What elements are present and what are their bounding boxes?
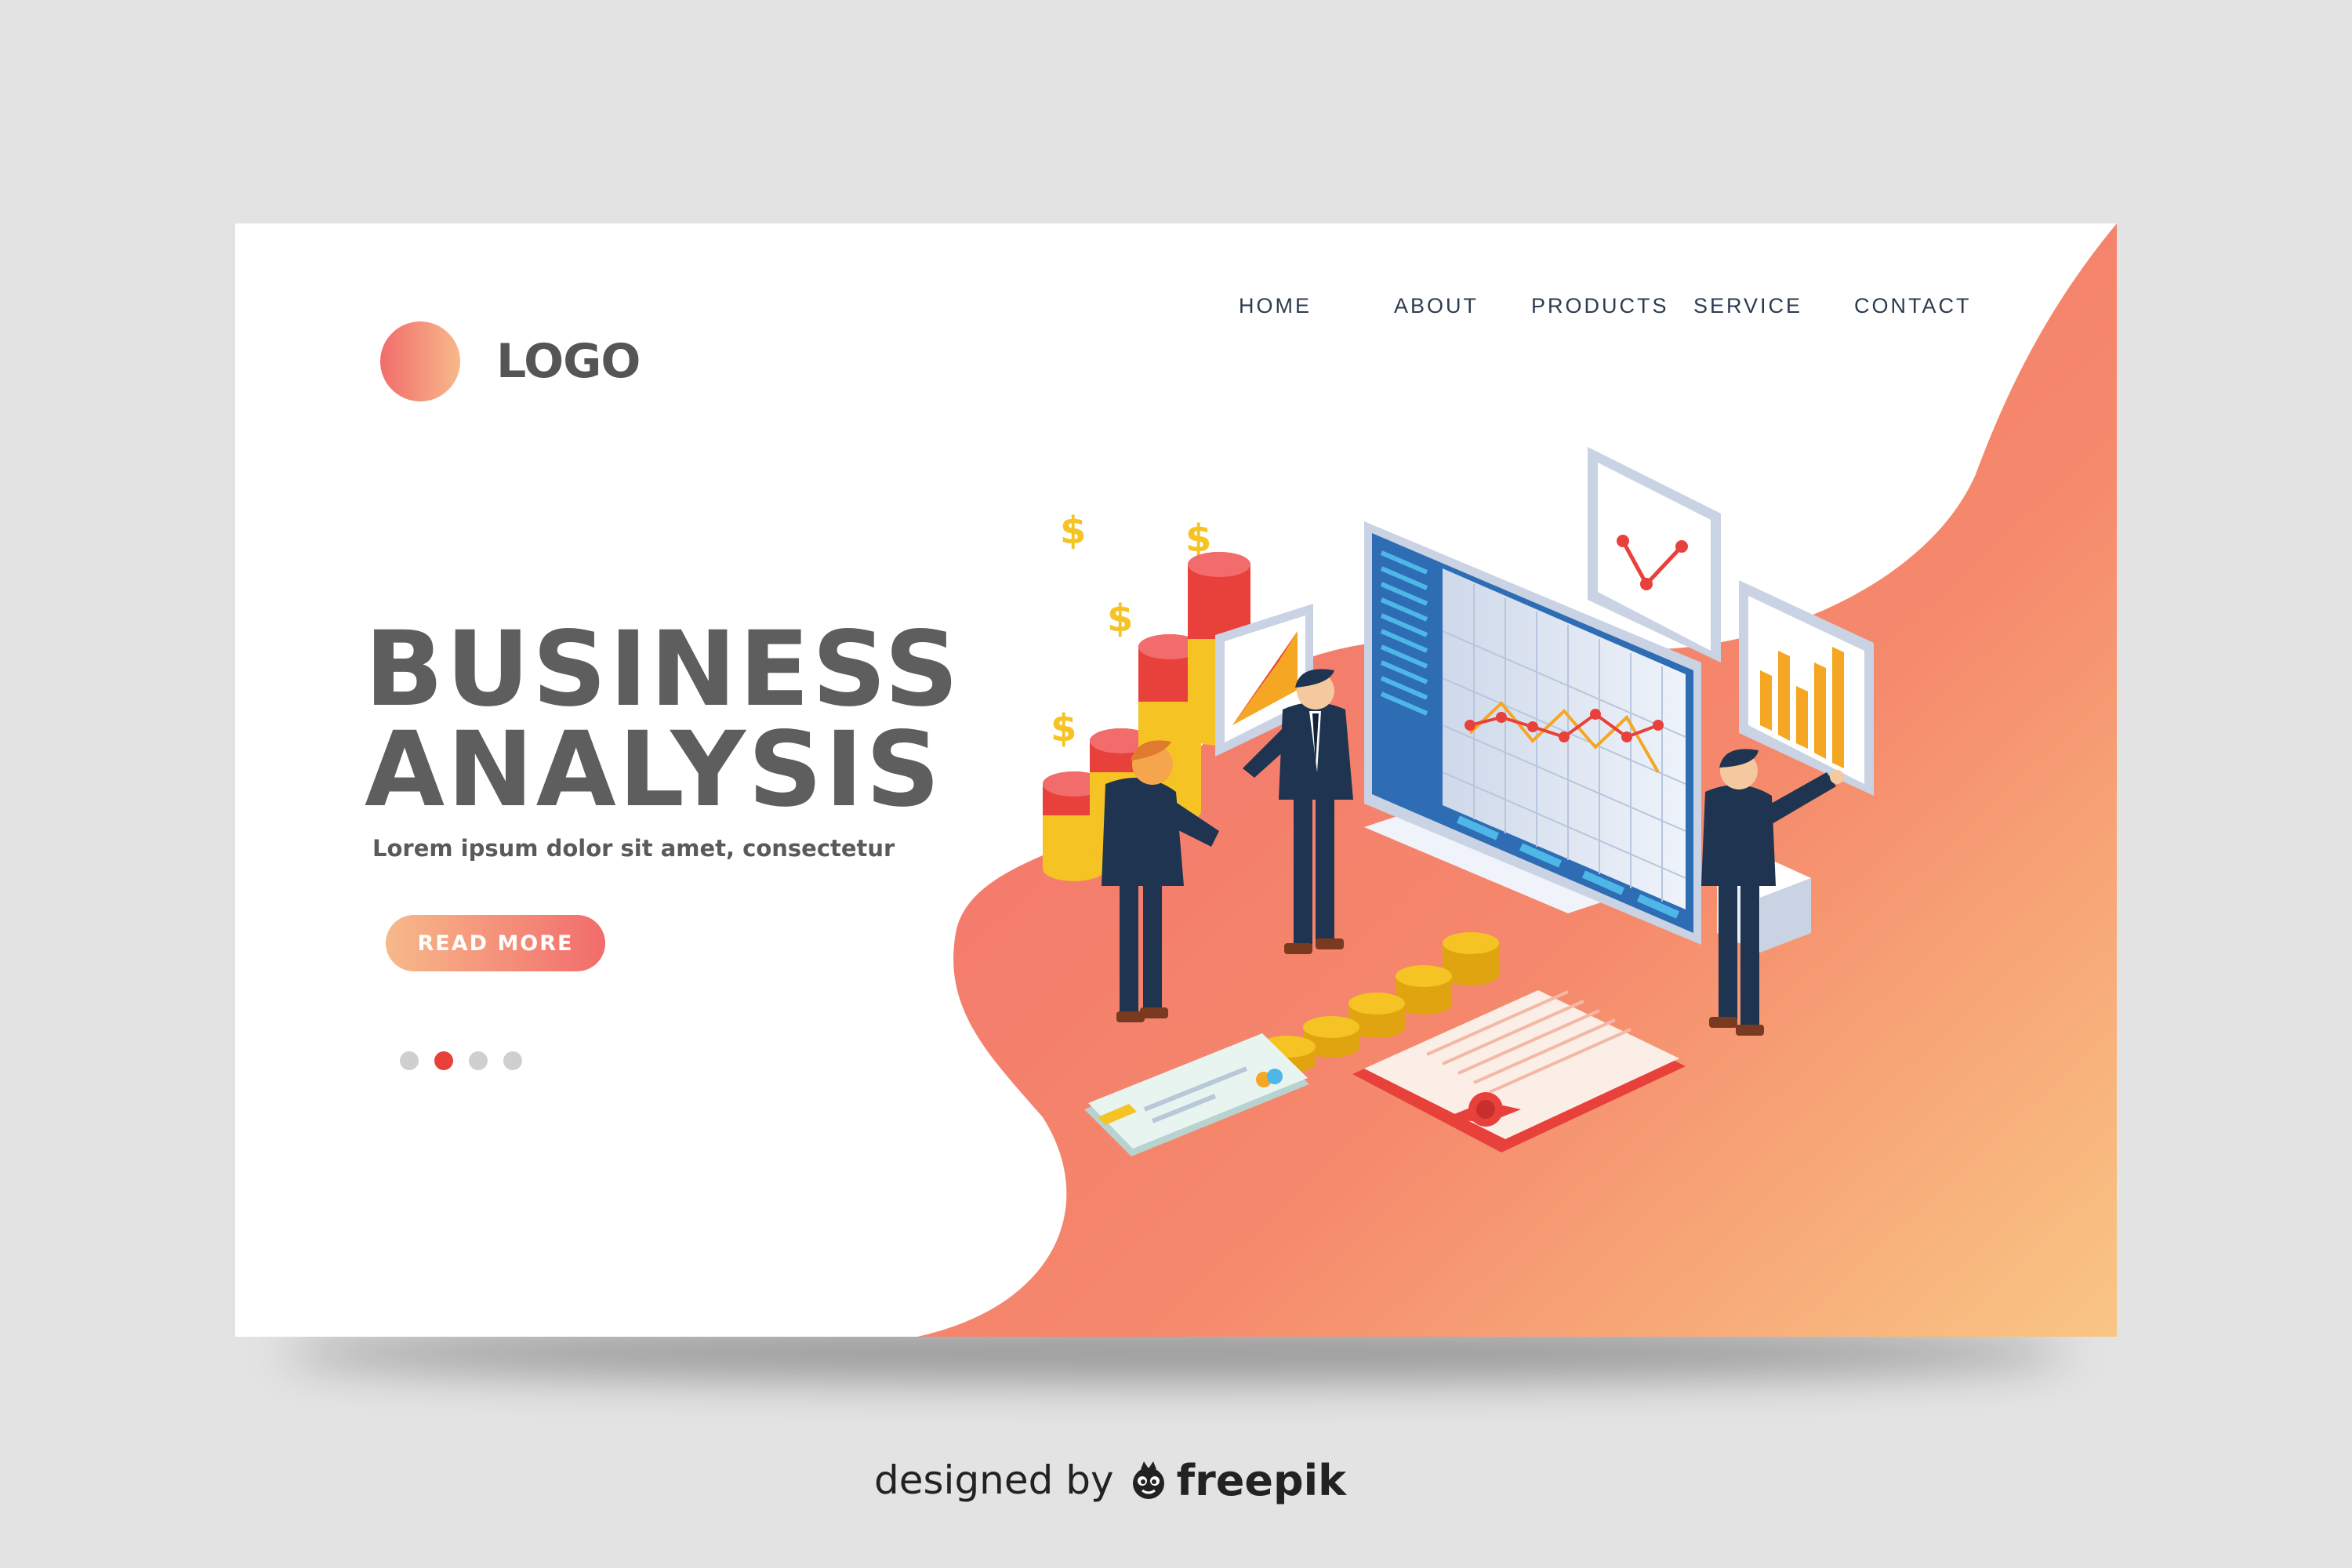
freepik-mascot-icon [1132,1461,1164,1499]
designer-credit: designed by freepik [874,1449,1346,1512]
credit-brand: freepik [1176,1455,1347,1505]
dollar-sign-icon: $ [1107,597,1133,641]
credit-prefix: designed by [874,1457,1114,1503]
bar-chart-icon [1739,580,1874,796]
dollar-sign-icon: $ [1060,509,1086,553]
landing-page-card: LOGO HOME ABOUT PRODUCTS SERVICE CONTACT… [235,223,2117,1337]
business-analysis-illustration: $ $ $ $ [1043,447,1874,1156]
dollar-sign-icon: $ [1051,706,1076,750]
businessman-icon [1102,740,1219,1022]
credit-card-icon [1084,1033,1309,1156]
